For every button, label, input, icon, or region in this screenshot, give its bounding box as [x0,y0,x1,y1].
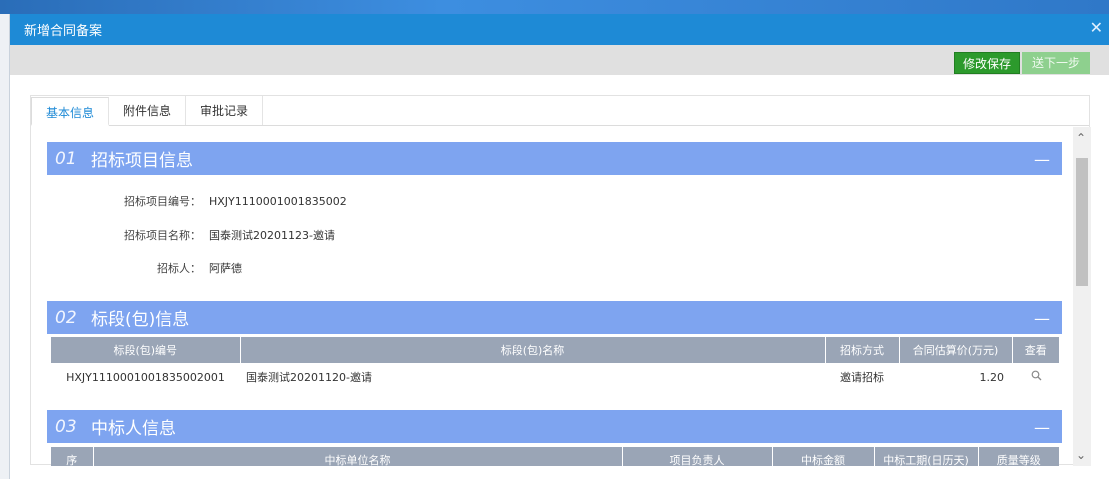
field-value: HXJY1110001001835002 [209,195,347,208]
section-title: 招标项目信息 [91,151,193,171]
field-tenderer: 招标人： 阿萨德 [31,260,242,276]
field-label: 招标项目名称： [124,229,201,242]
toolbar: 修改保存 送下一步 [10,45,1109,75]
lot-method-cell: 邀请招标 [840,371,884,384]
field-label: 招标人： [157,262,201,275]
column-header: 中标工期(日历天) [874,447,979,466]
section-title: 标段(包)信息 [91,310,190,330]
scroll-area: 01 招标项目信息 — 招标项目编号： HXJY1110001001835002 … [31,127,1091,466]
view-cell[interactable] [1012,363,1059,391]
column-header: 中标金额 [772,447,875,466]
save-button[interactable]: 修改保存 [954,52,1021,74]
field-value: 阿萨德 [209,262,242,275]
section-title: 中标人信息 [91,419,176,439]
column-header: 中标单位名称 [93,447,623,466]
column-header: 项目负责人 [622,447,773,466]
lot-code-cell: HXJY1110001001835002001 [66,370,225,384]
table-row: HXJY1110001001835002001 国泰测试20201120-邀请 … [51,363,1059,391]
tab-approval-records[interactable]: 审批记录 [186,96,264,125]
field-label: 招标项目编号： [124,195,201,208]
table-header-row: 标段(包)编号 标段(包)名称 招标方式 合同估算价(万元) 查看 [51,337,1059,363]
column-header: 质量等级 [978,447,1059,466]
content-panel: 基本信息 附件信息 审批记录 01 招标项目信息 — 招标项目编号： HXJY11… [30,95,1091,466]
search-icon[interactable] [1031,370,1041,381]
collapse-icon[interactable]: — [1034,150,1050,169]
winner-table: 序 中标单位名称 项目负责人 中标金额 中标工期(日历天) 质量等级 [51,447,1059,466]
tab-bar: 基本信息 附件信息 审批记录 [31,96,1089,126]
scroll-down-icon[interactable]: ⌄ [1076,448,1086,462]
lot-name-cell: 国泰测试20201120-邀请 [246,371,372,384]
section-header-project: 01 招标项目信息 — [47,142,1062,175]
section-number: 01 [55,148,77,169]
column-header: 查看 [1012,337,1059,363]
background-left-panel [0,14,10,479]
next-step-button[interactable]: 送下一步 [1022,52,1090,74]
tab-attachments[interactable]: 附件信息 [109,96,187,125]
column-header: 招标方式 [825,337,900,363]
section-number: 03 [55,416,77,437]
dialog-titlebar: 新增合同备案 ✕ [10,14,1109,45]
section-header-winner: 03 中标人信息 — [47,410,1062,443]
column-header: 合同估算价(万元) [899,337,1013,363]
vertical-scrollbar[interactable]: ⌃ ⌄ [1073,127,1091,466]
column-header: 标段(包)编号 [51,337,241,363]
section-header-lot: 02 标段(包)信息 — [47,301,1062,334]
tab-basic-info[interactable]: 基本信息 [31,97,110,126]
collapse-icon[interactable]: — [1034,418,1050,437]
close-icon[interactable]: ✕ [1090,20,1103,36]
section-number: 02 [55,307,77,328]
field-project-code: 招标项目编号： HXJY1110001001835002 [31,193,347,209]
dialog-title: 新增合同备案 [24,24,103,39]
column-header: 标段(包)名称 [240,337,826,363]
column-header: 序 [51,447,94,466]
field-value: 国泰测试20201123-邀请 [209,229,335,242]
scrollbar-thumb[interactable] [1076,158,1088,286]
background-top-strip [0,0,1109,14]
lot-table: 标段(包)编号 标段(包)名称 招标方式 合同估算价(万元) 查看 HXJY11… [51,337,1059,391]
lot-price-cell: 1.20 [979,370,1005,384]
collapse-icon[interactable]: — [1034,309,1050,328]
field-project-name: 招标项目名称： 国泰测试20201123-邀请 [31,227,335,243]
table-header-row: 序 中标单位名称 项目负责人 中标金额 中标工期(日历天) 质量等级 [51,447,1059,466]
scroll-up-icon[interactable]: ⌃ [1076,131,1086,145]
